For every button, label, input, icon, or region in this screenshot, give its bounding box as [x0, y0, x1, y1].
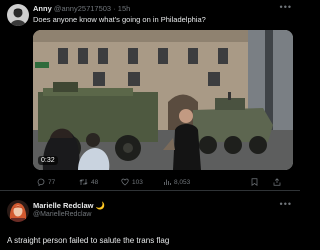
display-name[interactable]: Marielle Redclaw	[33, 201, 93, 210]
share-button[interactable]	[273, 178, 281, 186]
heart-icon	[121, 178, 129, 186]
avatar-image	[7, 200, 29, 222]
moon-emoji: 🌙	[95, 201, 105, 210]
user-handle[interactable]: @anny25717503	[54, 4, 111, 13]
separator: ·	[113, 4, 116, 13]
tweet-text: A straight person failed to salute the t…	[7, 236, 170, 245]
display-name[interactable]: Anny	[33, 4, 52, 13]
share-icon	[273, 178, 281, 186]
avatar-image	[7, 4, 29, 26]
like-button[interactable]: 103	[121, 178, 143, 186]
tweet-text: Does anyone know what's going on in Phil…	[33, 15, 206, 24]
video-duration: 0:32	[38, 156, 58, 165]
avatar[interactable]	[7, 4, 29, 26]
tweet[interactable]: Anny @anny25717503 · 15h ••• Does anyone…	[0, 0, 300, 191]
reply-count: 77	[48, 178, 56, 186]
more-horizontal-icon[interactable]: •••	[280, 199, 292, 209]
view-count: 8,053	[174, 178, 191, 186]
video-player[interactable]: 0:32	[33, 30, 293, 170]
tweet-header: Anny @anny25717503 · 15h	[33, 4, 130, 14]
timestamp[interactable]: 15h	[118, 4, 131, 13]
video-thumbnail	[33, 30, 293, 170]
repost-icon	[79, 179, 88, 185]
more-horizontal-icon[interactable]: •••	[280, 2, 292, 12]
views-icon	[164, 179, 171, 185]
repost-button[interactable]: 48	[79, 178, 98, 186]
like-count: 103	[132, 178, 143, 186]
reply-icon	[37, 178, 45, 186]
bookmark-button[interactable]	[251, 178, 258, 186]
reply-avatar[interactable]	[7, 200, 29, 222]
bookmark-icon	[251, 178, 258, 186]
user-handle[interactable]: @MarielleRedclaw	[33, 211, 91, 218]
reply-button[interactable]: 77	[37, 178, 55, 186]
views-button[interactable]: 8,053	[163, 178, 190, 186]
tweet-actions: 77 48 103 8,053	[33, 178, 291, 190]
tweet-header: Marielle Redclaw 🌙	[33, 201, 105, 211]
reply-tweet[interactable]: Marielle Redclaw 🌙 @MarielleRedclaw ••• A…	[0, 191, 300, 250]
repost-count: 48	[91, 178, 99, 186]
